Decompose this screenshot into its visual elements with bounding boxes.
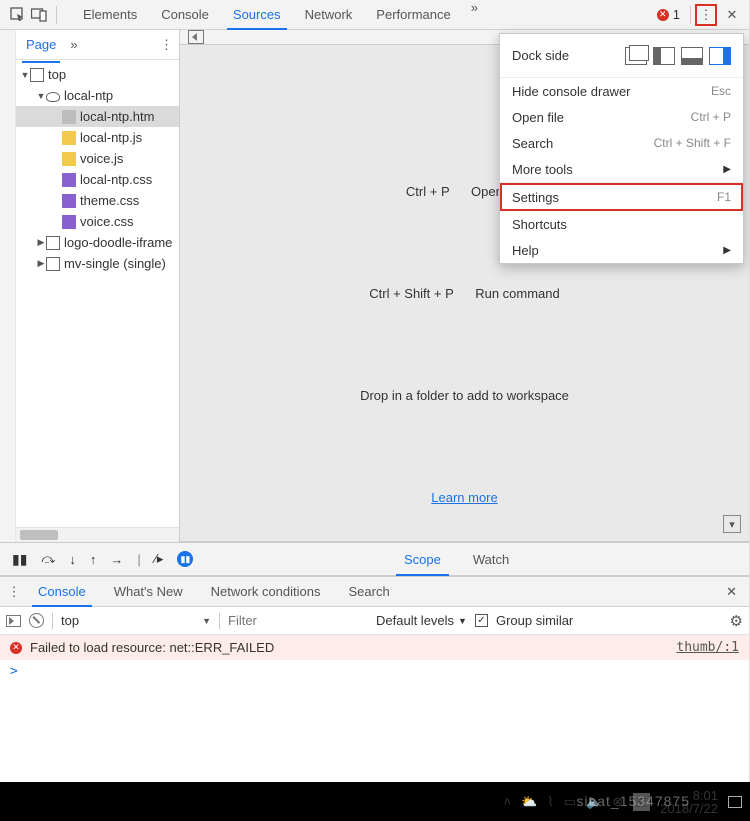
levels-selector[interactable]: Default levels ▼ — [376, 613, 467, 628]
tree-node[interactable]: ▶logo-doodle-iframe — [16, 232, 179, 253]
tab-network[interactable]: Network — [293, 0, 365, 30]
divider — [690, 6, 691, 24]
error-count: 1 — [673, 7, 680, 22]
tree-node[interactable]: ▼local-ntp — [16, 85, 179, 106]
step-icon[interactable]: → — [110, 552, 123, 567]
tree-node[interactable]: local-ntp.js — [16, 127, 179, 148]
device-toolbar-icon[interactable] — [28, 4, 50, 26]
console-prompt[interactable]: > — [0, 660, 749, 683]
sources-sidebar: Page » ⋮ ▼top▼local-ntplocal-ntp.htmloca… — [16, 30, 180, 542]
more-tabs-icon[interactable]: » — [463, 0, 486, 30]
sidebar-menu-icon[interactable]: ⋮ — [160, 37, 173, 53]
drawer-menu-icon[interactable]: ⋮ — [6, 584, 22, 600]
tray-volume-icon[interactable]: 🔈 — [586, 794, 602, 810]
deactivate-breakpoints-icon[interactable]: ⁄▸ — [155, 551, 164, 567]
page-tab[interactable]: Page — [22, 33, 60, 56]
menu-item[interactable]: Help▶ — [500, 237, 743, 263]
filter-input[interactable] — [228, 613, 368, 628]
divider — [56, 6, 57, 24]
tab-performance[interactable]: Performance — [364, 0, 462, 30]
console-settings-icon[interactable]: ⚙ — [730, 612, 743, 630]
close-devtools-icon[interactable]: ✕ — [721, 4, 743, 26]
menu-item[interactable]: Open fileCtrl + P — [500, 104, 743, 130]
dock-undock-icon[interactable] — [625, 47, 647, 65]
step-out-icon[interactable]: ↑ — [90, 552, 97, 567]
tab-console[interactable]: Console — [149, 0, 221, 30]
clear-console-icon[interactable] — [29, 613, 44, 628]
console-sidebar-toggle-icon[interactable] — [6, 615, 21, 627]
panel-settings-icon[interactable]: ▾ — [723, 515, 741, 533]
main-menu-popup: Dock side Hide console drawerEscOpen fil… — [499, 33, 744, 264]
settings-menu-button[interactable]: ⋮ — [695, 4, 717, 26]
tray-up-icon[interactable]: ˄ — [504, 794, 512, 809]
inspect-element-icon[interactable] — [6, 4, 28, 26]
tray-app-icon[interactable]: ⊗ — [612, 794, 623, 810]
tab-elements[interactable]: Elements — [71, 0, 149, 30]
tray-weather-icon[interactable]: ⛅ — [521, 794, 537, 810]
menu-item-settings[interactable]: Settings F1 — [500, 183, 743, 211]
menu-item[interactable]: More tools▶ — [500, 156, 743, 182]
step-into-icon[interactable]: ↓ — [69, 552, 76, 567]
learn-more-link[interactable]: Learn more — [431, 490, 497, 505]
console-error-line[interactable]: ✕ Failed to load resource: net::ERR_FAIL… — [0, 635, 749, 660]
clock[interactable]: 8:01 2018/7/22 — [660, 789, 718, 815]
group-similar-label: Group similar — [496, 613, 573, 628]
drawer-tab-console[interactable]: Console — [26, 577, 98, 607]
scope-tab[interactable]: Scope — [388, 542, 457, 576]
error-icon: ✕ — [657, 9, 669, 21]
dock-right-icon[interactable] — [709, 47, 731, 65]
divider: | — [137, 552, 140, 567]
drawer-close-icon[interactable]: ✕ — [720, 584, 743, 600]
file-tree: ▼top▼local-ntplocal-ntp.htmlocal-ntp.jsv… — [16, 60, 179, 527]
error-message: Failed to load resource: net::ERR_FAILED — [30, 640, 274, 655]
horizontal-scrollbar[interactable] — [16, 527, 179, 542]
windows-taskbar: ˄ ⛅ ⌇ ▭ 🔈 ⊗ 五 8:01 2018/7/22 — [0, 782, 750, 821]
drawer: ⋮ Console What's New Network conditions … — [0, 576, 749, 782]
group-similar-checkbox[interactable]: ✓ — [475, 614, 488, 627]
sidebar-more-icon[interactable]: » — [70, 37, 77, 52]
tree-node[interactable]: theme.css — [16, 190, 179, 211]
tray-wifi-icon[interactable]: ⌇ — [547, 794, 553, 810]
notifications-icon[interactable] — [728, 796, 742, 808]
tree-node[interactable]: local-ntp.css — [16, 169, 179, 190]
left-gutter — [0, 30, 16, 542]
menu-item[interactable]: Hide console drawerEsc — [500, 78, 743, 104]
dock-bottom-icon[interactable] — [681, 47, 703, 65]
dock-left-icon[interactable] — [653, 47, 675, 65]
tab-sources[interactable]: Sources — [221, 0, 293, 30]
error-location-link[interactable]: thumb/:1 — [676, 640, 739, 655]
step-over-icon[interactable]: ⤼ — [41, 551, 55, 567]
tree-node[interactable]: voice.js — [16, 148, 179, 169]
tree-node[interactable]: ▼top — [16, 64, 179, 85]
devtools-topbar: Elements Console Sources Network Perform… — [0, 0, 749, 30]
panel-tabs: Elements Console Sources Network Perform… — [71, 0, 486, 30]
error-icon: ✕ — [10, 642, 22, 654]
tree-node[interactable]: ▶mv-single (single) — [16, 253, 179, 274]
tree-node[interactable]: voice.css — [16, 211, 179, 232]
ime-indicator[interactable]: 五 — [633, 793, 650, 811]
menu-item[interactable]: SearchCtrl + Shift + F — [500, 130, 743, 156]
tray-battery-icon[interactable]: ▭ — [564, 794, 576, 810]
tree-node[interactable]: local-ntp.htm — [16, 106, 179, 127]
navigator-toggle-icon[interactable] — [188, 30, 204, 44]
error-counter[interactable]: ✕ 1 — [657, 7, 680, 22]
menu-item[interactable]: Shortcuts — [500, 211, 743, 237]
dock-side-label: Dock side — [512, 48, 619, 63]
context-selector[interactable]: top▼ — [61, 613, 211, 628]
pause-icon[interactable]: ▮▮ — [12, 551, 27, 568]
